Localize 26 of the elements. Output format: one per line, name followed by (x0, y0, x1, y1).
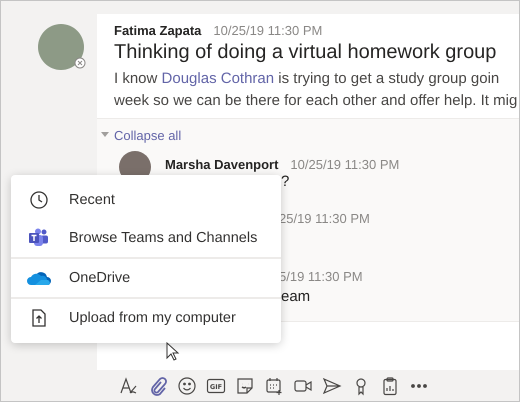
format-icon[interactable] (119, 376, 139, 396)
reply-text: ? (280, 173, 290, 190)
menu-item[interactable]: Upload from my computer (11, 299, 281, 337)
mention-link[interactable]: Douglas Cothran (162, 70, 274, 87)
author-name: Marsha Davenport (165, 157, 278, 172)
collapse-all-link[interactable]: Collapse all (101, 128, 182, 142)
blocked-status-icon (74, 57, 86, 69)
post-title: Thinking of doing a virtual homework group (114, 41, 498, 64)
cloud-icon (27, 270, 51, 286)
send-icon[interactable] (322, 376, 342, 396)
teams-icon (27, 228, 51, 248)
menu-item[interactable]: OneDrive (11, 259, 281, 297)
author-name: Fatima Zapata (114, 23, 202, 38)
avatar-photo (38, 24, 84, 70)
menu-item[interactable]: Browse Teams and Channels (11, 219, 281, 257)
reply-time: 10/25/19 11:30 PM (290, 157, 400, 172)
post-time: 10/25/19 11:30 PM (213, 23, 322, 38)
caret-icon (101, 132, 109, 138)
post-body: I know Douglas Cothran is trying to get a study group goin week so we can be there for each other and offer help. It mig (114, 69, 518, 111)
reply-text: eam (280, 288, 312, 305)
paperclip-icon[interactable] (148, 376, 168, 396)
reply-time: 25/19 11:30 PM (279, 211, 370, 226)
emoji-icon[interactable] (177, 376, 197, 396)
menu-item[interactable]: Recent (11, 181, 281, 219)
sticker-icon[interactable] (235, 376, 255, 396)
calendar-icon[interactable] (264, 376, 284, 396)
